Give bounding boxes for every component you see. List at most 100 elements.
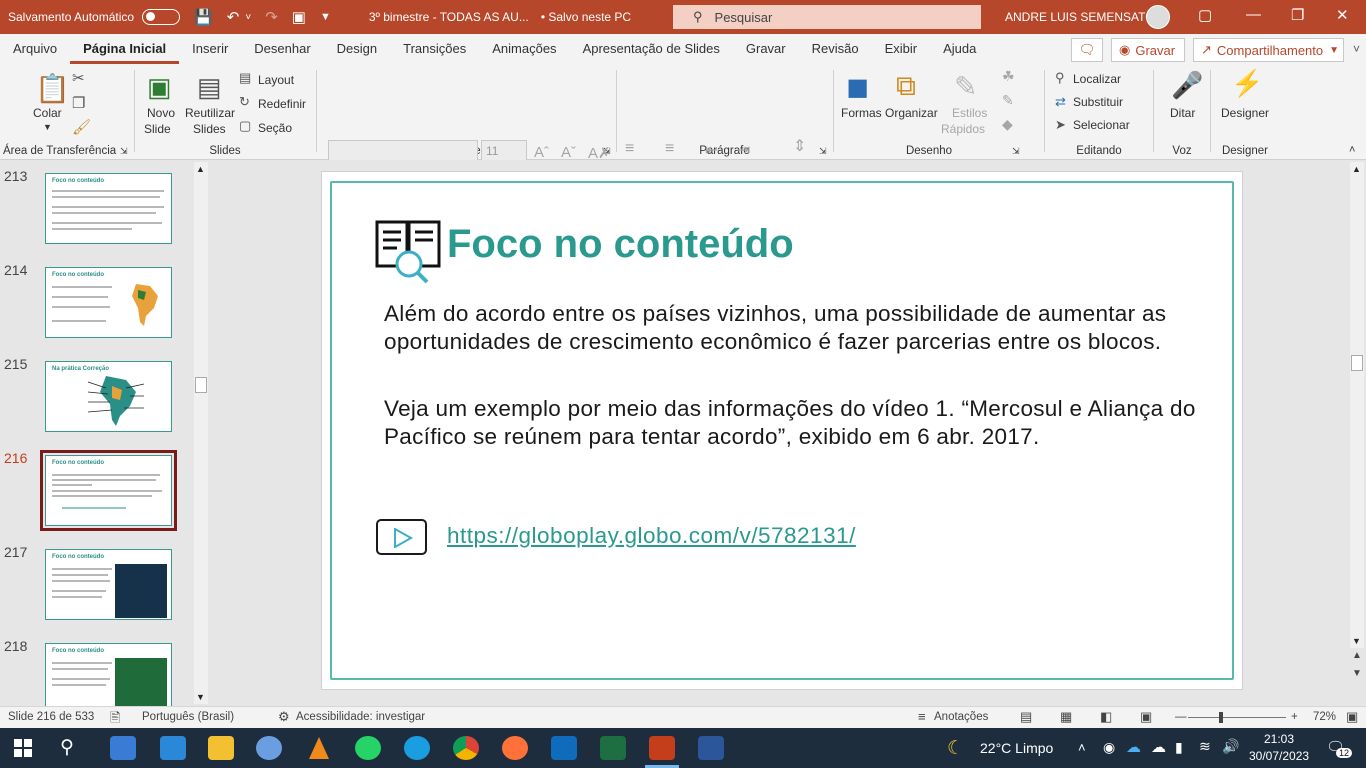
minimize-icon[interactable]: — [1246,6,1261,23]
excel-icon[interactable] [600,736,626,760]
format-painter-icon[interactable]: 🖌 [72,118,91,136]
paste-label[interactable]: Colar [33,106,62,120]
tab-inserir[interactable]: Inserir [179,34,241,64]
slide-title[interactable]: Foco no conteúdo [447,222,794,267]
zoom-out-icon[interactable]: — [1175,711,1187,723]
tab-gravar[interactable]: Gravar [733,34,799,64]
wifi-icon[interactable]: ≋ [1199,738,1211,755]
designer-icon[interactable]: ⚡ [1231,68,1263,99]
shape-effects-icon[interactable]: ◆ [1002,116,1013,133]
volume-icon[interactable]: 🔊 [1222,738,1239,755]
zoom-slider[interactable] [1188,717,1286,718]
onedrive-icon[interactable]: ☁ [1126,738,1141,756]
normal-view-icon[interactable]: ▤ [1020,709,1032,725]
copy-icon[interactable]: ❐ [72,94,85,112]
new-slide-label-1[interactable]: Novo [147,106,175,120]
tab-desenhar[interactable]: Desenhar [241,34,323,64]
collapse-ribbon-icon[interactable]: ˄ [1349,144,1355,156]
replace-icon[interactable]: ⇄ [1055,94,1066,110]
share-button[interactable]: ↗ Compartilhamento ▼ [1193,38,1344,62]
tab-design[interactable]: Design [324,34,390,64]
thumbnails-scrollbar[interactable]: ▲ ▼ [194,162,208,704]
layout-icon[interactable]: ▤ [239,70,251,86]
windows-start-icon[interactable] [14,739,32,757]
select-label[interactable]: Selecionar [1073,118,1130,132]
shapes-label[interactable]: Formas [841,106,882,120]
slide-sorter-icon[interactable]: ▦ [1060,709,1072,725]
chrome-icon[interactable] [453,736,479,760]
scroll-up-icon[interactable]: ▲ [196,164,205,174]
reuse-slides-label-2[interactable]: Slides [193,122,226,136]
tab-revisao[interactable]: Revisão [799,34,872,64]
zoom-slider-thumb[interactable] [1219,712,1223,723]
tab-exibir[interactable]: Exibir [872,34,931,64]
save-icon[interactable]: 💾 [194,8,213,26]
thumbnail-slide-214[interactable]: Foco no conteúdo [45,267,172,338]
slideshow-icon[interactable]: ▣ [1140,709,1152,725]
new-slide-label-2[interactable]: Slide [144,122,171,136]
scroll-thumb[interactable] [1351,355,1363,371]
edge-browser-icon[interactable] [404,736,430,760]
clipboard-launcher-icon[interactable]: ⇲ [120,146,128,157]
slide-scrollbar[interactable]: ▲ ▼ [1350,162,1364,648]
previous-slide-icon[interactable]: ▲ [1352,650,1362,661]
thumbnail-slide-218[interactable]: Foco no conteúdo [45,643,172,714]
user-name[interactable]: ANDRE LUIS SEMENSATO [1005,10,1155,24]
font-size-select[interactable]: 11 [481,140,527,162]
paint-app-icon[interactable] [256,736,282,760]
bullets-icon[interactable]: ≡ [625,140,634,158]
zoom-in-icon[interactable]: + [1291,711,1298,723]
powerpoint-icon[interactable] [649,736,675,760]
word-icon[interactable] [698,736,724,760]
reuse-slides-label-1[interactable]: Reutilizar [185,106,235,120]
new-slide-icon[interactable]: ▣ [147,72,172,103]
thumbnail-slide-213[interactable]: Foco no conteúdo [45,173,172,244]
scroll-down-icon[interactable]: ▼ [1352,636,1361,646]
tab-arquivo[interactable]: Arquivo [0,34,70,64]
numbering-icon[interactable]: ≡ [665,140,674,158]
language-label[interactable]: Português (Brasil) [142,711,234,723]
undo-dropdown-icon[interactable]: ˅ [245,12,251,23]
paste-dropdown-icon[interactable]: ▼ [43,122,52,132]
scroll-up-icon[interactable]: ▲ [1352,164,1361,174]
shape-outline-icon[interactable]: ✎ [1002,92,1014,109]
save-status[interactable]: • Salvo neste PC [541,10,631,24]
reuse-slides-icon[interactable]: ▤ [197,72,222,103]
whatsapp-icon[interactable] [355,736,381,760]
reset-icon[interactable]: ↻ [239,94,250,110]
find-icon[interactable]: ⚲ [1055,70,1065,86]
layout-label[interactable]: Layout [258,73,294,87]
dictate-label[interactable]: Ditar [1170,106,1195,120]
battery-icon[interactable]: ▮ [1175,739,1183,756]
arrange-label[interactable]: Organizar [885,106,938,120]
customize-qat-icon[interactable]: ▼ [320,11,331,23]
show-hidden-icons[interactable]: ˄ [1078,740,1086,755]
zoom-level[interactable]: 72% [1313,711,1336,723]
cloud-icon[interactable]: ☁ [1151,738,1166,756]
camera-icon[interactable]: ◉ [1103,739,1115,756]
autosave-toggle[interactable] [142,9,181,25]
paste-icon[interactable]: 📋 [35,72,70,105]
select-icon[interactable]: ➤ [1055,117,1066,133]
increase-font-icon[interactable]: Aˆ [534,144,549,161]
paragraph-launcher-icon[interactable]: ⇲ [819,146,827,157]
file-explorer-icon[interactable] [208,736,234,760]
reading-view-icon[interactable]: ◧ [1100,709,1112,725]
replace-label[interactable]: Substituir [1073,95,1123,109]
clock-time[interactable]: 21:03 [1264,732,1294,746]
record-button[interactable]: ◉ Gravar [1111,38,1185,62]
tab-ajuda[interactable]: Ajuda [930,34,989,64]
ribbon-display-icon[interactable]: ▢ [1198,6,1212,24]
firefox-icon[interactable] [502,736,528,760]
tab-pagina-inicial[interactable]: Página Inicial [70,34,180,64]
comments-button[interactable]: 🗨 [1071,38,1103,62]
slide-paragraph-2[interactable]: Veja um exemplo por meio das informações… [384,395,1204,450]
next-slide-icon[interactable]: ▼ [1352,668,1362,679]
restore-icon[interactable]: ❐ [1291,6,1304,24]
document-title[interactable]: 3º bimestre - TODAS AS AU... [369,10,529,24]
increase-indent-icon[interactable]: ⇥ [737,140,750,160]
undo-icon[interactable]: ↶ [227,8,240,26]
notes-label[interactable]: Anotações [934,711,988,723]
close-icon[interactable]: ✕ [1336,6,1349,24]
arrange-icon[interactable]: ⧉ [896,70,916,103]
